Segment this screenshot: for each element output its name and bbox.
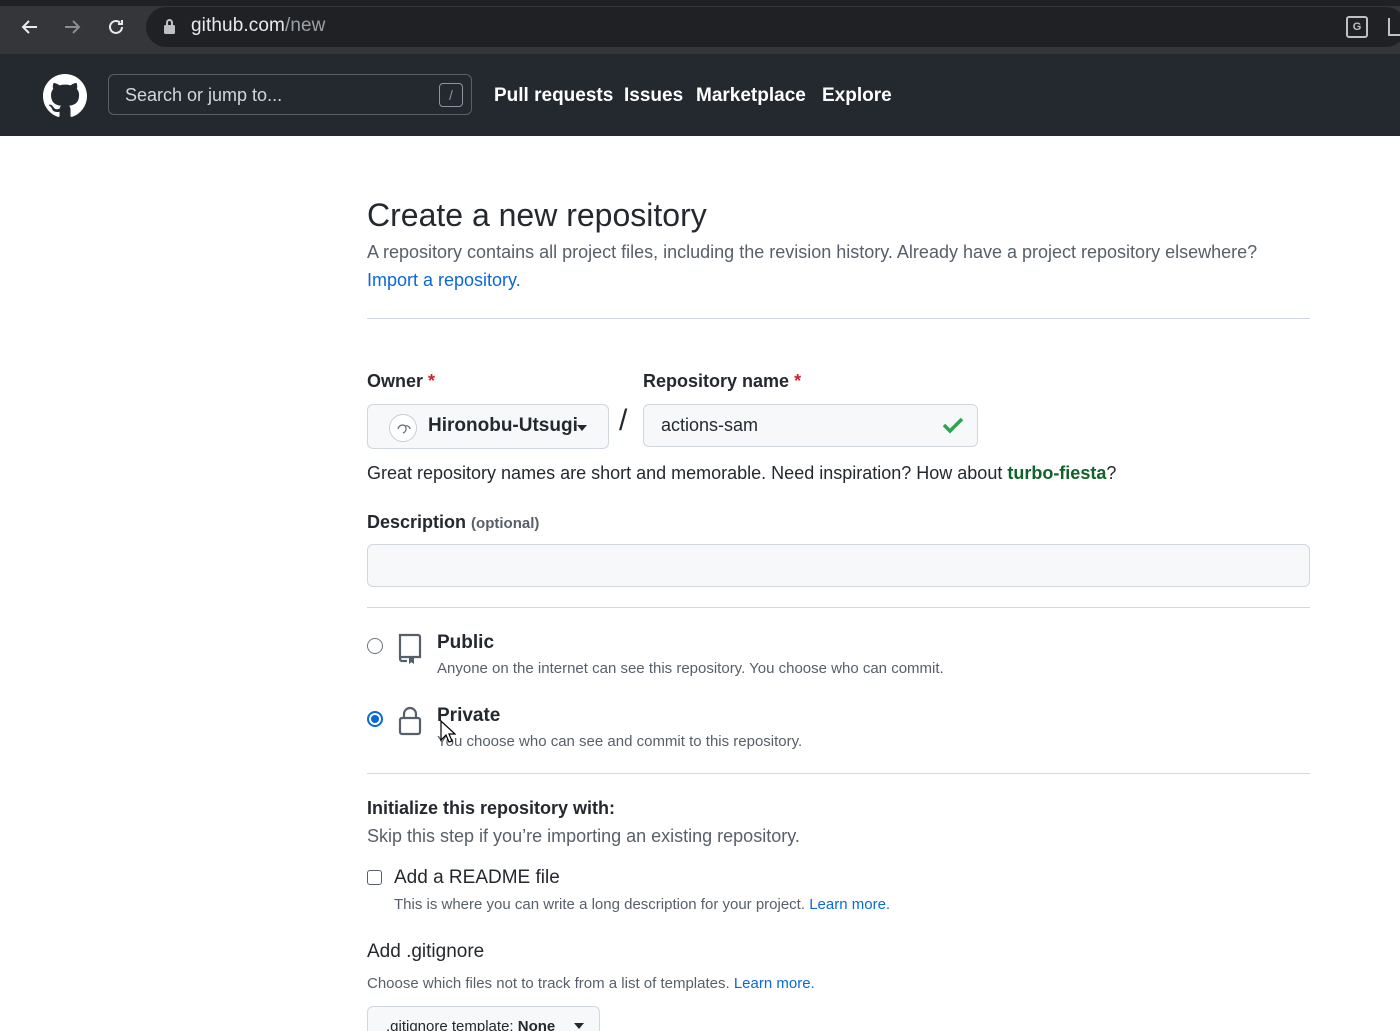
mouse-cursor-icon	[440, 720, 456, 743]
repository-name-hint: Great repository names are short and mem…	[367, 463, 1117, 483]
repository-name-label: Repository name *	[643, 371, 802, 391]
readme-description: This is where you can write a long descr…	[394, 896, 891, 913]
search-placeholder: Search or jump to...	[125, 85, 283, 105]
caret-down-icon	[577, 425, 587, 431]
browser-toolbar: github.com/new G	[0, 0, 1400, 54]
search-input[interactable]: Search or jump to... /	[108, 74, 472, 115]
owner-name: Hironobu-Utsugi	[428, 415, 578, 436]
public-radio[interactable]	[367, 638, 383, 654]
page-subtitle: A repository contains all project files,…	[367, 242, 1258, 262]
owner-select[interactable]: Hironobu-Utsugi	[367, 404, 609, 449]
tab-strip	[0, 0, 1400, 6]
divider	[367, 773, 1310, 774]
description-input[interactable]	[367, 544, 1310, 587]
gitignore-template-select[interactable]: .gitignore template: None	[367, 1006, 600, 1031]
lock-icon	[398, 706, 422, 736]
import-repository-link[interactable]: Import a repository.	[367, 270, 521, 291]
translate-icon[interactable]: G	[1346, 16, 1368, 38]
repo-icon	[398, 633, 422, 664]
nav-issues[interactable]: Issues	[624, 85, 683, 107]
readme-label[interactable]: Add a README file	[394, 867, 560, 889]
public-option-title[interactable]: Public	[437, 632, 494, 654]
url-path: /new	[284, 15, 326, 36]
page-title: Create a new repository	[367, 197, 707, 233]
url-host: github.com	[191, 15, 285, 36]
readme-checkbox[interactable]	[367, 870, 382, 885]
owner-repo-separator: /	[619, 404, 628, 437]
github-header: Search or jump to... / Pull requests Iss…	[0, 54, 1400, 136]
avatar	[389, 414, 417, 442]
gitignore-title: Add .gitignore	[367, 941, 485, 962]
nav-marketplace[interactable]: Marketplace	[696, 85, 806, 107]
lock-icon[interactable]	[164, 19, 175, 34]
private-radio[interactable]	[367, 711, 383, 727]
private-option-description: You choose who can see and commit to thi…	[437, 733, 803, 750]
nav-explore[interactable]: Explore	[822, 85, 892, 107]
reload-icon[interactable]	[103, 14, 129, 40]
caret-down-icon	[574, 1023, 584, 1029]
readme-learn-more-link[interactable]: Learn more.	[809, 896, 890, 913]
nav-pull-requests[interactable]: Pull requests	[494, 85, 613, 107]
required-mark: *	[428, 371, 436, 391]
owner-label: Owner *	[367, 371, 436, 391]
gitignore-learn-more-link[interactable]: Learn more.	[734, 975, 815, 992]
name-suggestion[interactable]: turbo-fiesta	[1007, 463, 1106, 483]
optional-tag: (optional)	[471, 515, 540, 532]
required-mark: *	[794, 371, 802, 391]
check-icon	[942, 417, 964, 434]
public-option-description: Anyone on the internet can see this repo…	[437, 660, 944, 677]
share-icon[interactable]	[1388, 18, 1400, 36]
divider	[367, 318, 1310, 319]
github-logo-icon[interactable]	[43, 74, 87, 118]
address-bar[interactable]	[146, 7, 1400, 47]
gitignore-description: Choose which files not to track from a l…	[367, 975, 815, 992]
description-label: Description (optional)	[367, 512, 540, 532]
initialize-title: Initialize this repository with:	[367, 798, 616, 818]
initialize-description: Skip this step if you’re importing an ex…	[367, 826, 800, 846]
gitignore-template-label: .gitignore template: None	[386, 1018, 556, 1031]
repository-name-input[interactable]: actions-sam	[643, 404, 978, 447]
forward-arrow-icon[interactable]	[59, 14, 85, 40]
url-text[interactable]: github.com/new	[191, 15, 326, 37]
back-arrow-icon[interactable]	[17, 14, 43, 40]
divider	[367, 607, 1310, 608]
search-shortcut-badge: /	[439, 83, 463, 107]
